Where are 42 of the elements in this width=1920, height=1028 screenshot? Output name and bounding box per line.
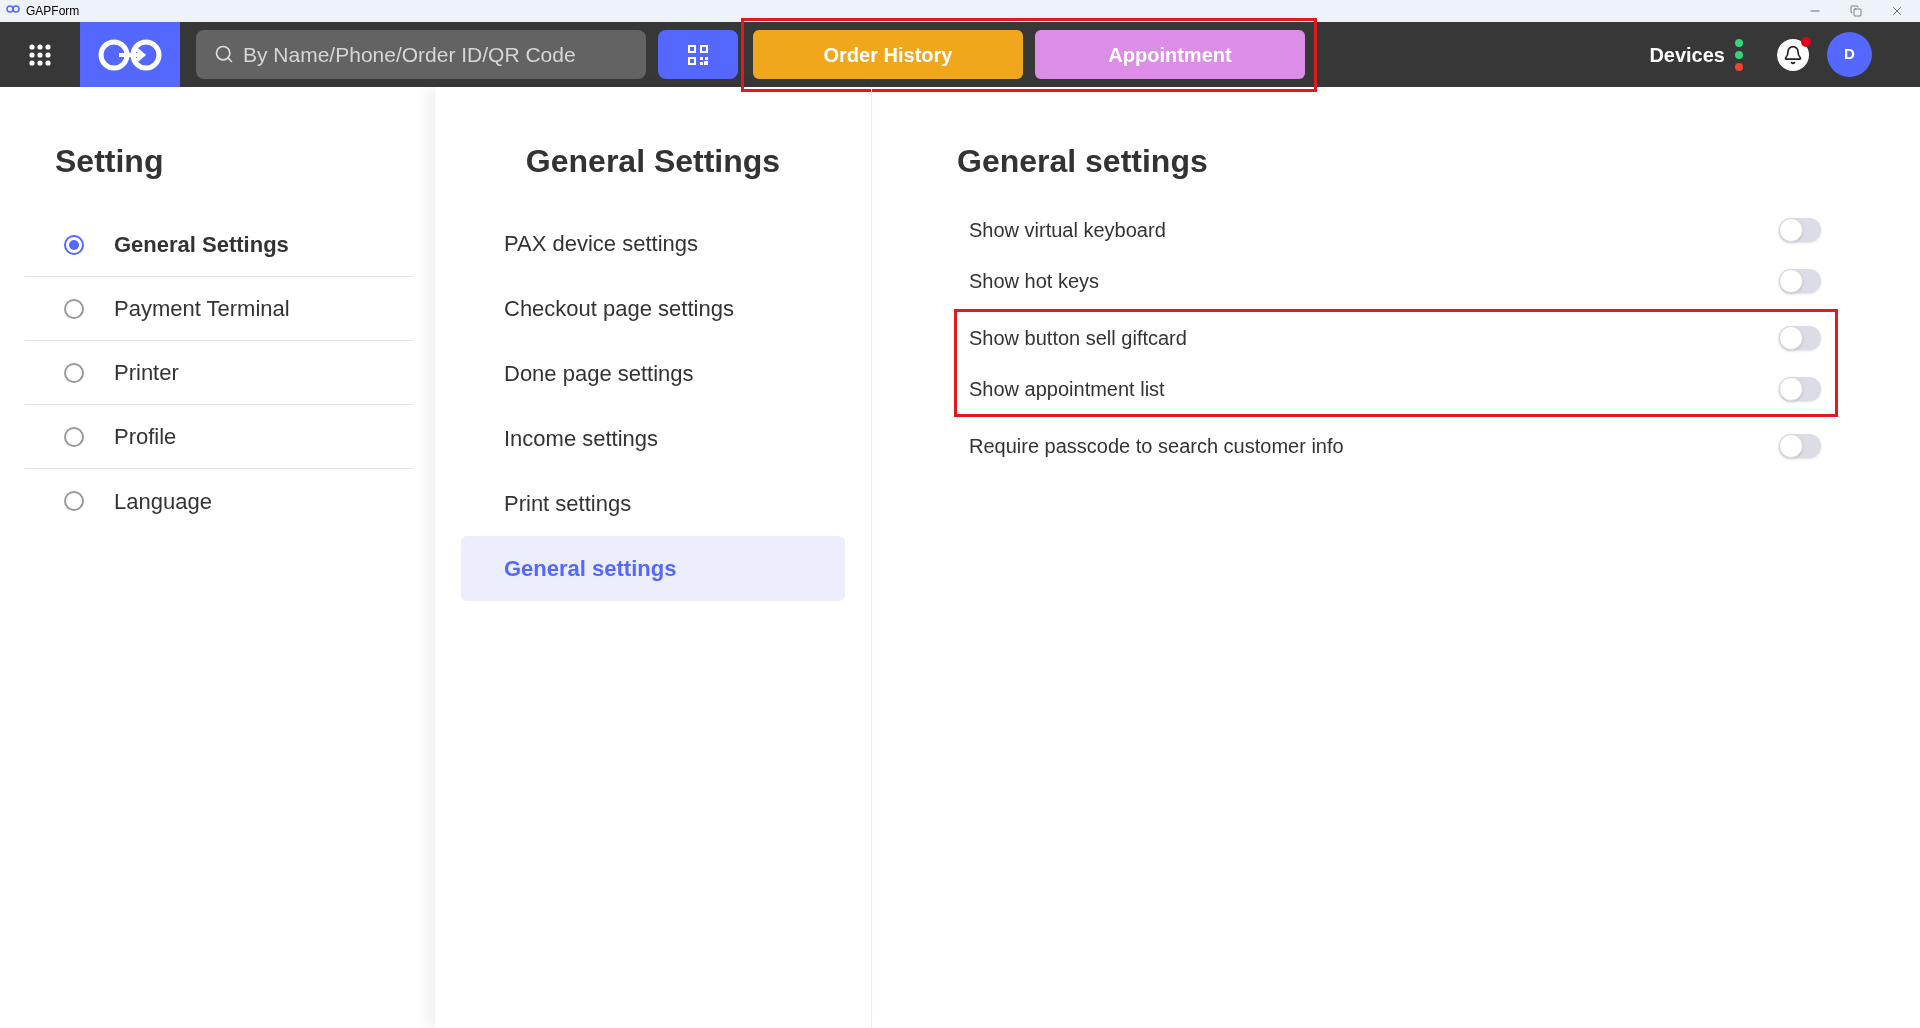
submenu-item[interactable]: Done page settings xyxy=(461,341,845,406)
radio-button[interactable] xyxy=(64,234,84,255)
settings-category[interactable]: Profile xyxy=(25,405,413,469)
toggle-switch[interactable] xyxy=(1779,325,1821,350)
radio-button[interactable] xyxy=(64,298,84,319)
setting-label: Show hot keys xyxy=(969,268,1100,294)
settings-category[interactable]: General Settings xyxy=(25,213,413,277)
submenu-item[interactable]: Print settings xyxy=(461,471,845,536)
window-title: GAPForm xyxy=(26,3,80,20)
qr-code-icon xyxy=(687,43,709,66)
radio-button[interactable] xyxy=(64,426,84,447)
avatar[interactable]: D xyxy=(1827,32,1872,77)
submenu-item[interactable]: Income settings xyxy=(461,406,845,471)
toggle-switch[interactable] xyxy=(1779,268,1821,293)
radio-button[interactable] xyxy=(64,491,84,511)
page-title: Setting xyxy=(54,142,165,181)
submenu-item[interactable]: PAX device settings xyxy=(461,211,845,276)
devices-label[interactable]: Devices xyxy=(1649,39,1725,70)
qr-code-button[interactable] xyxy=(658,30,738,79)
toggle-switch[interactable] xyxy=(1779,433,1821,458)
toggle-switch[interactable] xyxy=(1779,376,1821,401)
submenu-item[interactable]: Checkout page settings xyxy=(461,276,845,341)
setting-label: Show button sell giftcard xyxy=(969,325,1187,351)
search-field[interactable]: By Name/Phone/Order ID/QR Code xyxy=(196,30,646,79)
setting-label: Require passcode to search customer info xyxy=(969,433,1344,459)
bell-icon xyxy=(1783,44,1803,65)
search-icon xyxy=(214,44,234,64)
notification-button[interactable] xyxy=(1777,38,1809,71)
settings-category[interactable]: Language xyxy=(25,469,413,533)
section-title: General Settings xyxy=(524,142,782,181)
radio-button[interactable] xyxy=(64,362,84,383)
settings-category[interactable]: Payment Terminal xyxy=(25,277,413,341)
restore-icon[interactable] xyxy=(1850,5,1862,17)
settings-category[interactable]: Printer xyxy=(25,341,413,405)
setting-label: Show appointment list xyxy=(969,376,1165,402)
logo-icon xyxy=(97,37,163,72)
close-icon[interactable] xyxy=(1890,4,1904,18)
submenu-item[interactable]: General settings xyxy=(461,536,845,601)
toggle-switch[interactable] xyxy=(1779,217,1821,242)
grid-icon xyxy=(29,43,51,66)
section-title: General settings xyxy=(956,142,1209,181)
setting-label: Show virtual keyboard xyxy=(969,217,1166,243)
